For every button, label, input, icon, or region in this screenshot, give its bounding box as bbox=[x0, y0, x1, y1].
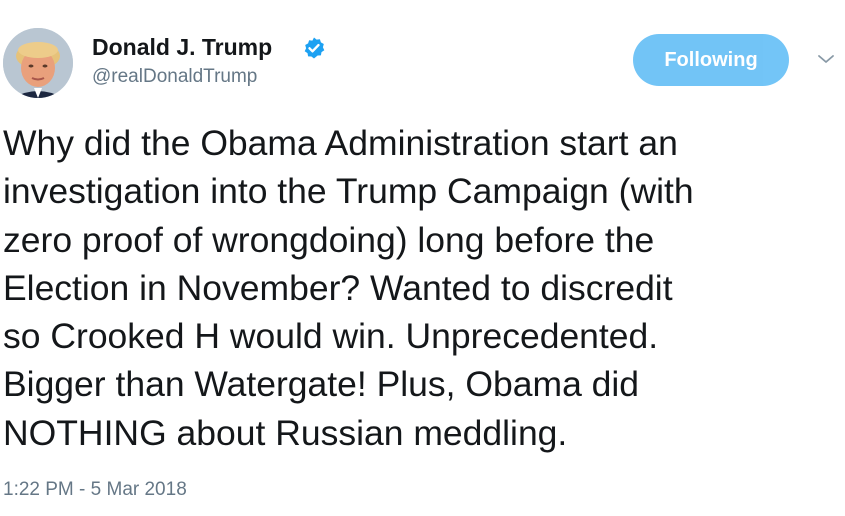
following-button[interactable]: Following bbox=[633, 34, 789, 86]
avatar-image bbox=[3, 28, 73, 98]
tweet-text: Why did the Obama Administration start a… bbox=[3, 119, 843, 457]
verified-badge-icon bbox=[304, 37, 325, 59]
avatar[interactable] bbox=[3, 28, 73, 98]
author-display-name[interactable]: Donald J. Trump bbox=[92, 34, 272, 60]
tweet-timestamp[interactable]: 1:22 PM - 5 Mar 2018 bbox=[3, 478, 187, 502]
tweet-text-line: so Crooked H would win. Unprecedented. bbox=[3, 316, 659, 357]
tweet-text-line: Why did the Obama Administration start a… bbox=[3, 123, 678, 163]
chevron-down-icon[interactable] bbox=[815, 51, 837, 67]
tweet-text-line: NOTHING about Russian meddling. bbox=[3, 412, 568, 453]
tweet-card: Donald J. Trump @realDonaldTrump Followi… bbox=[0, 0, 845, 516]
tweet-text-line: Bigger than Watergate! Plus, Obama did bbox=[3, 364, 640, 405]
tweet-text-line: zero proof of wrongdoing) long before th… bbox=[3, 219, 655, 260]
author-handle[interactable]: @realDonaldTrump bbox=[92, 66, 257, 88]
tweet-text-line: investigation into the Trump Campaign (w… bbox=[3, 171, 694, 212]
tweet-text-line: Election in November? Wanted to discredi… bbox=[3, 267, 673, 308]
